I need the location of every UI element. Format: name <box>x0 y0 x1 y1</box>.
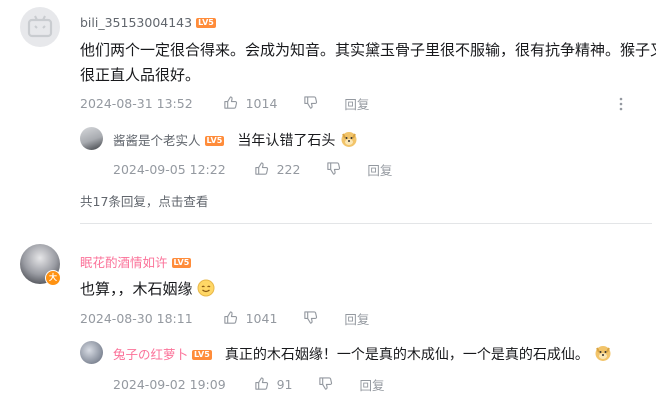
reply-date: 2024-09-05 12:22 <box>113 162 226 177</box>
reply-meta: 2024-09-02 19:09 91 回复 <box>113 375 384 394</box>
thumb-down-icon[interactable] <box>318 376 333 394</box>
comment-text-content: 也算，，木石姻缘 <box>80 280 193 298</box>
thumb-up-icon[interactable] <box>254 161 269 179</box>
comment-date: 2024-08-31 13:52 <box>80 96 193 111</box>
thumb-down-icon[interactable] <box>326 161 341 179</box>
level-badge: LV5 <box>204 136 225 146</box>
reply-button[interactable]: 回复 <box>359 375 384 394</box>
avatar[interactable] <box>20 7 60 47</box>
doge-emoji-icon <box>340 130 358 148</box>
thumb-down-icon[interactable] <box>303 310 318 328</box>
smile-emoji-icon <box>197 279 215 297</box>
like-count: 1041 <box>245 311 278 326</box>
thumb-up-icon[interactable] <box>254 376 269 394</box>
level-badge: LV5 <box>171 258 192 268</box>
reply-row: 酱酱是个老实人 LV5 当年认错了石头 <box>113 130 358 150</box>
comment-divider <box>80 223 652 224</box>
like-count: 1014 <box>245 96 278 111</box>
default-avatar-icon <box>27 15 53 38</box>
reply-text: 真正的木石姻缘！一个是真的木成仙，一个是真的石成仙。 <box>224 347 589 363</box>
thumb-up-icon[interactable] <box>223 310 238 328</box>
username-text[interactable]: 眠花酌酒情如许 <box>80 255 168 270</box>
thumb-up-icon[interactable] <box>223 95 238 113</box>
more-options-icon[interactable] <box>619 96 623 111</box>
reply-avatar[interactable] <box>80 341 103 364</box>
level-badge: LV5 <box>196 18 216 28</box>
reply-username[interactable]: 兔子の红萝卜 <box>113 347 188 362</box>
view-more-replies[interactable]: 共17条回复，点击查看 <box>80 191 208 210</box>
reply-date: 2024-09-02 19:09 <box>113 377 226 392</box>
level-badge: LV5 <box>192 350 212 360</box>
doge-emoji-icon <box>594 344 612 362</box>
reply-button[interactable]: 回复 <box>344 94 369 113</box>
reply-username[interactable]: 酱酱是个老实人 <box>113 133 201 148</box>
like-count: 91 <box>276 377 293 392</box>
comment-text-line: 很正直人品很好。 <box>80 66 201 84</box>
reply-button[interactable]: 回复 <box>367 160 392 179</box>
comment-text: 也算，，木石姻缘 <box>80 277 215 302</box>
username-text[interactable]: bili_35153004143 <box>80 15 192 30</box>
comment-meta: 2024-08-31 13:52 1014 回复 <box>80 94 369 113</box>
comment-date: 2024-08-30 18:11 <box>80 311 193 326</box>
reply-row: 兔子の红萝卜 LV5 真正的木石姻缘！一个是真的木成仙，一个是真的石成仙。 <box>113 344 612 364</box>
comment-username[interactable]: bili_35153004143 LV5 <box>80 15 216 30</box>
comment-username[interactable]: 眠花酌酒情如许 LV5 <box>80 252 192 271</box>
like-count: 222 <box>276 162 301 177</box>
comment-text-line: 他们两个一定很合得来。会成为知音。其实黛玉骨子里很不服输，很有抗争精神。猴子又 <box>80 41 656 59</box>
comment-text: 他们两个一定很合得来。会成为知音。其实黛玉骨子里很不服输，很有抗争精神。猴子又 … <box>80 38 656 88</box>
reply-meta: 2024-09-05 12:22 222 回复 <box>113 160 392 179</box>
reply-avatar[interactable] <box>80 127 103 150</box>
thumb-down-icon[interactable] <box>303 95 318 113</box>
vip-badge-icon: 大 <box>45 270 61 286</box>
comment-meta: 2024-08-30 18:11 1041 回复 <box>80 309 369 328</box>
reply-text: 当年认错了石头 <box>237 133 336 149</box>
reply-button[interactable]: 回复 <box>344 309 369 328</box>
